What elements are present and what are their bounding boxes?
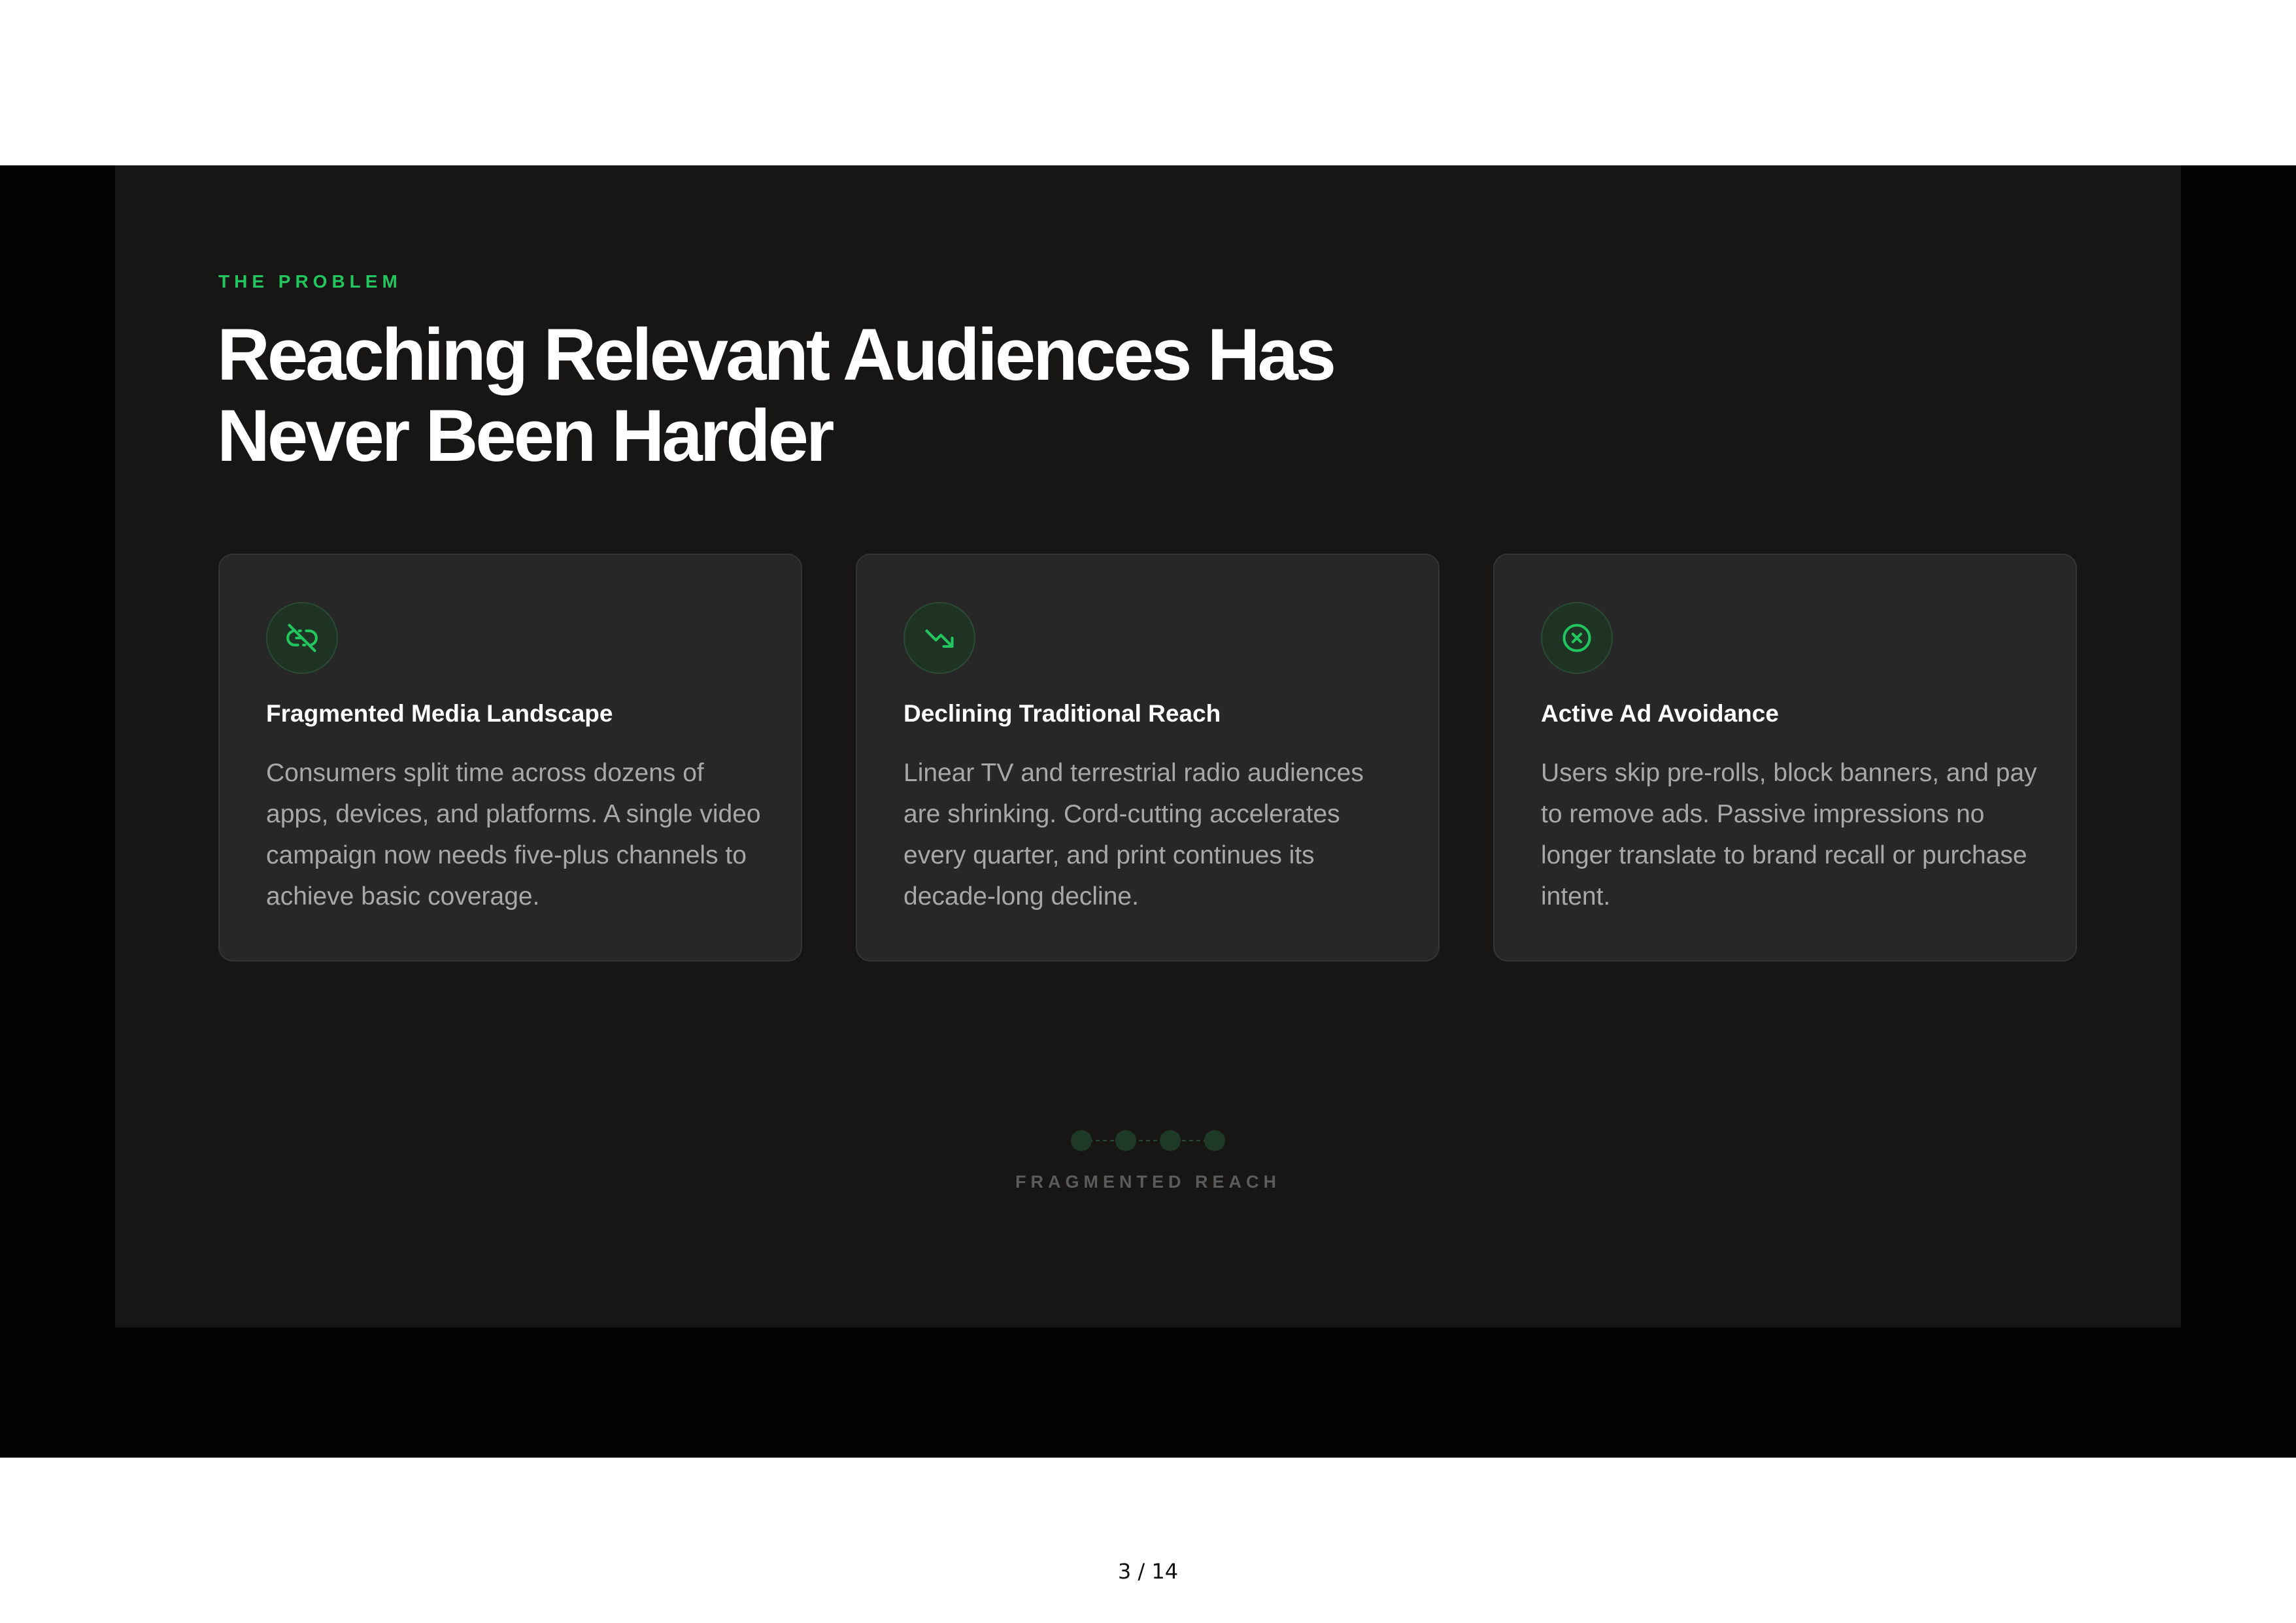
progress-step-dot (1160, 1130, 1181, 1151)
card-title: Fragmented Media Landscape (266, 700, 613, 727)
slide-title: Reaching Relevant Audiences Has Never Be… (217, 314, 1336, 477)
problem-card-declining-reach: Declining Traditional Reach Linear TV an… (856, 554, 1440, 962)
slide: THE PROBLEM Reaching Relevant Audiences … (115, 165, 2181, 1328)
card-title: Declining Traditional Reach (903, 700, 1221, 727)
section-eyebrow: THE PROBLEM (218, 271, 402, 292)
card-description: Linear TV and terrestrial radio audience… (903, 759, 1364, 911)
slide-stage: THE PROBLEM Reaching Relevant Audiences … (0, 165, 2296, 1458)
progress-label: FRAGMENTED REACH (1015, 1172, 1281, 1192)
card-title: Active Ad Avoidance (1541, 700, 1779, 727)
presentation-page: THE PROBLEM Reaching Relevant Audiences … (0, 0, 2296, 1623)
card-description: Consumers split time across dozens of ap… (266, 759, 761, 911)
progress-indicator (952, 1121, 1344, 1160)
problem-card-fragmented-media: Fragmented Media Landscape Consumers spl… (218, 554, 802, 962)
progress-step-dot (1071, 1130, 1092, 1151)
problem-card-ad-avoidance: Active Ad Avoidance Users skip pre-rolls… (1493, 554, 2077, 962)
progress-step-dot (1204, 1130, 1225, 1151)
trending-down-icon (903, 602, 975, 674)
broken-link-icon (266, 602, 338, 674)
progress-step-dot (1115, 1130, 1136, 1151)
page-indicator: 3 / 14 (1117, 1559, 1179, 1584)
x-circle-icon (1541, 602, 1613, 674)
card-description: Users skip pre-rolls, block banners, and… (1541, 759, 2037, 911)
